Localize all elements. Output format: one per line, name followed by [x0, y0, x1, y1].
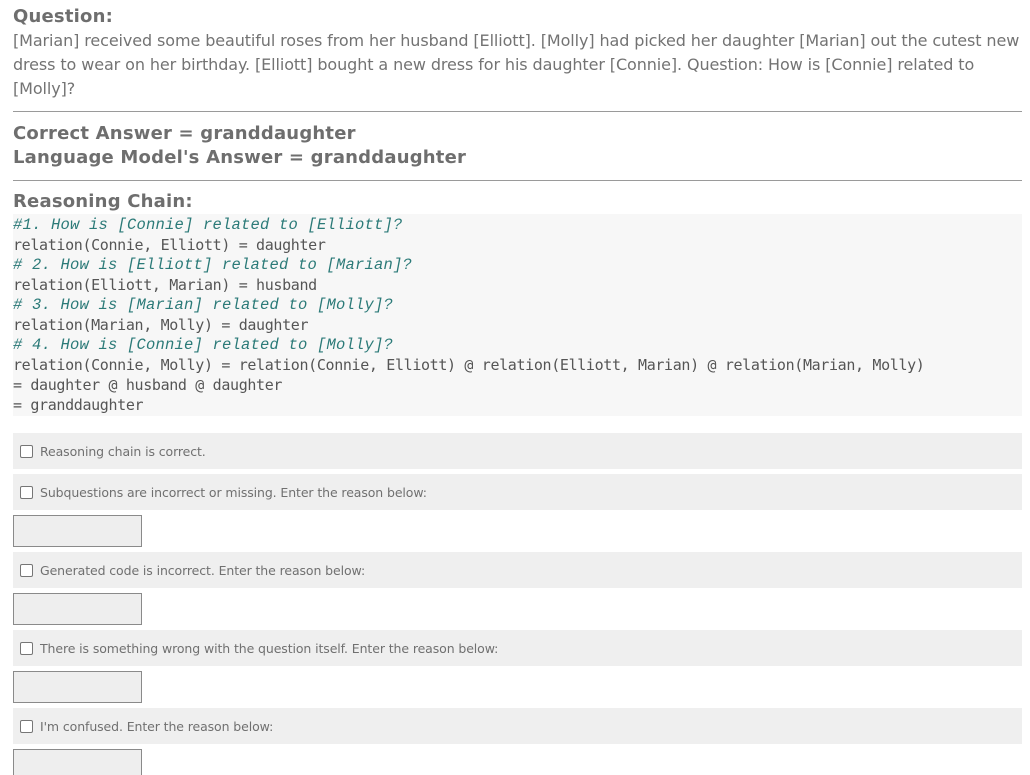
option-code-incorrect[interactable]: Generated code is incorrect. Enter the r…: [13, 552, 1022, 588]
annotation-form: Question: [Marian] received some beautif…: [13, 6, 1022, 775]
code-reason-input[interactable]: [13, 593, 142, 625]
code-line: relation(Connie, Elliott) = daughter: [13, 236, 326, 254]
question-reason-input[interactable]: [13, 671, 142, 703]
subquestions-incorrect-checkbox[interactable]: [20, 485, 33, 499]
model-answer: Language Model's Answer = granddaughter: [13, 147, 467, 168]
code-line: = granddaughter: [13, 396, 144, 414]
code-comment-line: # 3. How is [Marian] related to [Molly]?: [13, 296, 394, 314]
divider: [13, 111, 1022, 112]
code-line: relation(Elliott, Marian) = husband: [13, 276, 317, 294]
code-line: relation(Connie, Molly) = relation(Conni…: [13, 356, 925, 374]
code-comment-line: #1. How is [Connie] related to [Elliott]…: [13, 216, 403, 234]
option-confused[interactable]: I'm confused. Enter the reason below:: [13, 708, 1022, 744]
option-subquestions-incorrect[interactable]: Subquestions are incorrect or missing. E…: [13, 474, 1022, 510]
question-heading: Question:: [13, 6, 113, 27]
option-label: Subquestions are incorrect or missing. E…: [40, 484, 427, 500]
option-question-wrong[interactable]: There is something wrong with the questi…: [13, 630, 1022, 666]
option-label: There is something wrong with the questi…: [40, 640, 499, 656]
confused-reason-input[interactable]: [13, 749, 142, 775]
reasoning-chain-heading: Reasoning Chain:: [13, 191, 193, 212]
subquestions-reason-input[interactable]: [13, 515, 142, 547]
question-text: [Marian] received some beautiful roses f…: [13, 31, 1020, 98]
chain-correct-checkbox[interactable]: [20, 444, 33, 458]
divider: [13, 180, 1022, 181]
code-line: = daughter @ husband @ daughter: [13, 376, 283, 394]
code-comment-line: # 4. How is [Connie] related to [Molly]?: [13, 336, 394, 354]
option-label: I'm confused. Enter the reason below:: [40, 718, 274, 734]
option-label: Generated code is incorrect. Enter the r…: [40, 562, 366, 578]
code-line: relation(Marian, Molly) = daughter: [13, 316, 309, 334]
reasoning-code-block: #1. How is [Connie] related to [Elliott]…: [13, 214, 1022, 416]
confused-checkbox[interactable]: [20, 719, 33, 733]
question-wrong-checkbox[interactable]: [20, 641, 33, 655]
code-comment-line: # 2. How is [Elliott] related to [Marian…: [13, 256, 413, 274]
feedback-options: Reasoning chain is correct. Subquestions…: [13, 433, 1022, 775]
correct-answer: Correct Answer = granddaughter: [13, 123, 356, 144]
code-incorrect-checkbox[interactable]: [20, 563, 33, 577]
option-chain-correct[interactable]: Reasoning chain is correct.: [13, 433, 1022, 469]
option-label: Reasoning chain is correct.: [40, 443, 206, 459]
